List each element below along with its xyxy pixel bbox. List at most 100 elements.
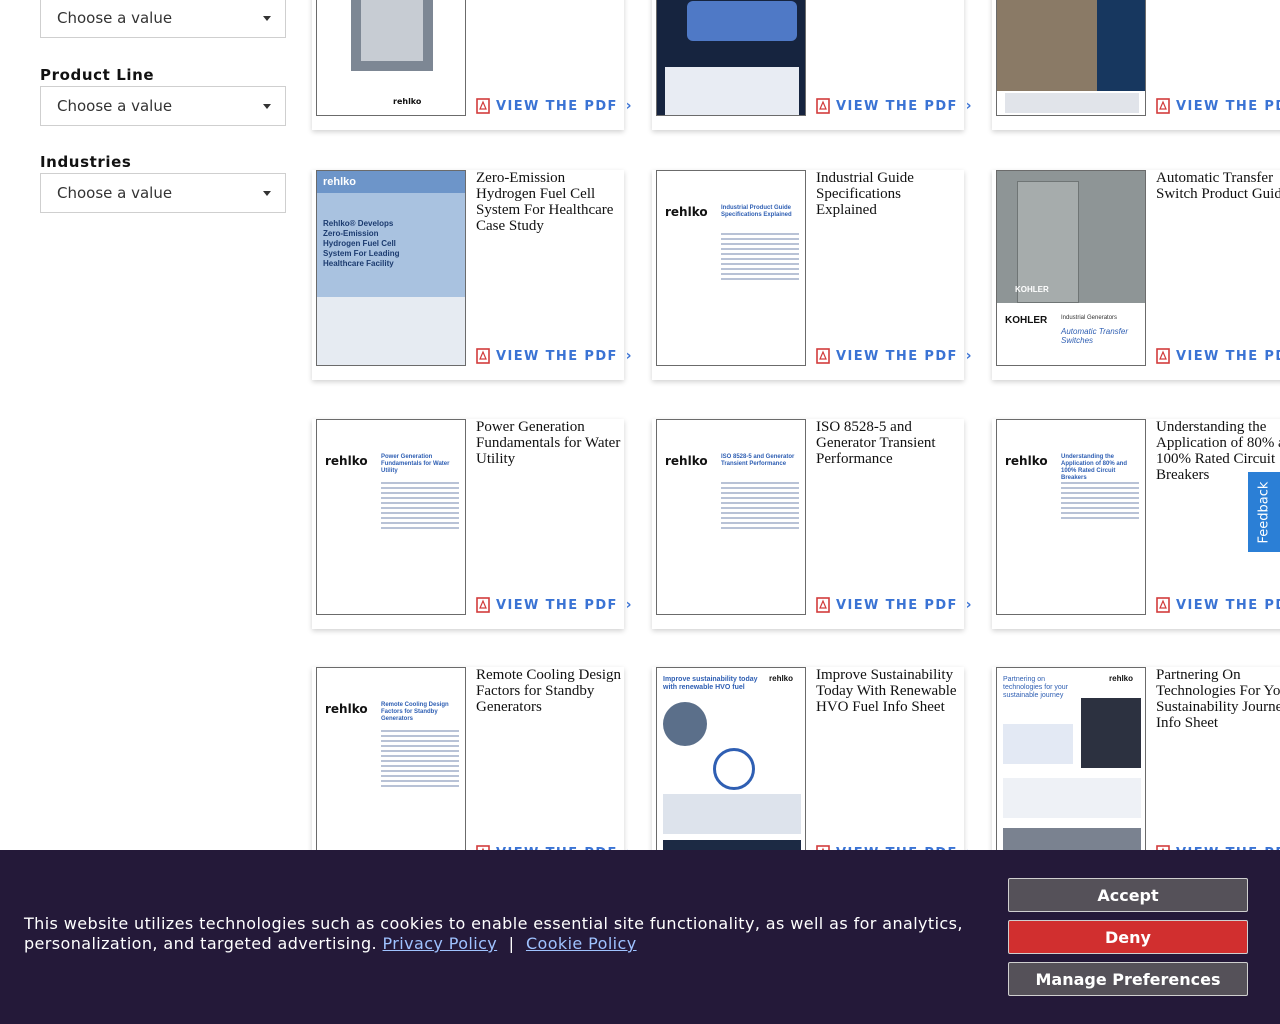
caret-down-icon [263,104,271,109]
resource-card: VIEW THE PDF › [652,0,972,130]
pdf-file-icon [476,348,490,364]
chevron-right-icon: › [625,98,633,114]
pdf-file-icon [1156,348,1170,364]
industries-select[interactable]: Choose a value [40,173,286,213]
view-pdf-label: VIEW THE PDF [836,597,958,613]
view-pdf-link[interactable]: VIEW THE PDF › [476,348,633,364]
link-separator: | [508,934,515,953]
accept-button[interactable]: Accept [1008,878,1248,912]
resource-card: VIEW THE PDF › [992,0,1280,130]
view-pdf-link[interactable]: VIEW THE PDF › [816,348,973,364]
resource-card: rehlko ISO 8528-5 and Generator Transien… [652,419,972,629]
pdf-thumbnail[interactable]: Improve sustainability today with renewa… [656,667,806,863]
product-line-label: Product Line [40,66,155,84]
pdf-file-icon [476,98,490,114]
card-title[interactable]: Power Generation Fundamentals for Water … [476,419,622,467]
card-title[interactable]: Industrial Guide Specifications Explaine… [816,170,962,218]
caret-down-icon [263,16,271,21]
card-title[interactable]: ISO 8528-5 and Generator Transient Perfo… [816,419,962,467]
view-pdf-link[interactable]: VIEW THE PDF › [1156,597,1280,613]
thumb-heading: Automatic Transfer Switches [1061,327,1128,345]
view-pdf-link[interactable]: VIEW THE PDF › [476,98,633,114]
rehlko-logo: rehlko [1109,674,1134,683]
kohler-logo: KOHLER [1015,285,1049,294]
feedback-tab[interactable]: Feedback [1248,472,1280,552]
rehlko-logo: rehlko [325,702,368,716]
chevron-right-icon: › [625,348,633,364]
pdf-file-icon [816,98,830,114]
thumb-heading: ISO 8528-5 and Generator Transient Perfo… [721,454,795,467]
pdf-thumbnail[interactable]: rehlko [316,0,466,116]
filter-select-value: Choose a value [57,184,173,202]
view-pdf-label: VIEW THE PDF [496,98,618,114]
rehlko-logo: rehlko [325,454,368,468]
thumb-subheading: Industrial Generators [1061,315,1118,321]
industries-label: Industries [40,153,132,171]
rehlko-logo: rehlko [769,674,794,683]
view-pdf-link[interactable]: VIEW THE PDF › [1156,98,1280,114]
pdf-thumbnail[interactable]: rehlko Understanding the Application of … [996,419,1146,615]
card-title[interactable]: Improve Sustainability Today With Renewa… [816,667,962,715]
resource-card: rehlko Power Generation Fundamentals for… [312,419,632,629]
product-line-select[interactable]: Choose a value [40,86,286,126]
pdf-thumbnail[interactable] [656,0,806,116]
chevron-right-icon: › [965,98,973,114]
feedback-label: Feedback [1256,481,1272,543]
deny-button[interactable]: Deny [1008,920,1248,954]
pdf-thumbnail[interactable]: rehlko Rehlko® Develops Zero-Emission Hy… [316,170,466,366]
pdf-file-icon [1156,597,1170,613]
view-pdf-link[interactable]: VIEW THE PDF › [1156,348,1280,364]
chevron-right-icon: › [965,348,973,364]
pdf-file-icon [1156,98,1170,114]
card-title[interactable]: Zero-Emission Hydrogen Fuel Cell System … [476,170,622,234]
pdf-thumbnail[interactable]: rehlko Industrial Product Guide Specific… [656,170,806,366]
kohler-logo: KOHLER [1005,315,1048,326]
resource-card: rehlko Industrial Product Guide Specific… [652,170,972,380]
pdf-thumbnail[interactable]: rehlko Power Generation Fundamentals for… [316,419,466,615]
resource-card: Improve sustainability today with renewa… [652,667,972,877]
filter-select-top[interactable]: Choose a value [40,0,286,38]
pdf-file-icon [816,348,830,364]
privacy-policy-link[interactable]: Privacy Policy [383,934,498,953]
caret-down-icon [263,191,271,196]
view-pdf-link[interactable]: VIEW THE PDF › [816,597,973,613]
resource-card: KOHLER KOHLER Industrial Generators Auto… [992,170,1280,380]
thumb-heading: Remote Cooling Design Factors for Standb… [381,702,449,722]
resource-card: rehlko Remote Cooling Design Factors for… [312,667,632,877]
pdf-thumbnail[interactable]: rehlko Remote Cooling Design Factors for… [316,667,466,863]
card-title[interactable]: Remote Cooling Design Factors for Standb… [476,667,622,715]
resource-card: rehlko Rehlko® Develops Zero-Emission Hy… [312,170,632,380]
thumb-heading: Understanding the Application of 80% and… [1061,454,1128,481]
resource-card: Partnering on technologies for your sust… [992,667,1280,877]
rehlko-logo: rehlko [665,205,708,219]
view-pdf-label: VIEW THE PDF [496,348,618,364]
pdf-thumbnail[interactable]: KOHLER KOHLER Industrial Generators Auto… [996,170,1146,366]
view-pdf-label: VIEW THE PDF [1176,98,1280,114]
chevron-right-icon: › [965,597,973,613]
filter-select-value: Choose a value [57,9,173,27]
rehlko-logo: rehlko [323,176,357,188]
view-pdf-link[interactable]: VIEW THE PDF › [476,597,633,613]
pdf-thumbnail[interactable]: Partnering on technologies for your sust… [996,667,1146,863]
filter-select-value: Choose a value [57,97,173,115]
card-title[interactable]: Automatic Transfer Switch Product Guide [1156,170,1280,202]
thumb-heading: Partnering on technologies for your sust… [1003,676,1068,699]
thumb-heading: Industrial Product Guide Specifications … [721,205,792,218]
thumb-heading: Rehlko® Develops Zero-Emission Hydrogen … [323,219,400,268]
manage-preferences-button[interactable]: Manage Preferences [1008,962,1248,996]
cookie-policy-link[interactable]: Cookie Policy [526,934,637,953]
card-title[interactable]: Partnering On Technologies For Your Sust… [1156,667,1280,731]
thumb-heading: Improve sustainability today with renewa… [663,676,758,691]
pdf-file-icon [816,597,830,613]
view-pdf-label: VIEW THE PDF [836,348,958,364]
view-pdf-link[interactable]: VIEW THE PDF › [816,98,973,114]
view-pdf-label: VIEW THE PDF [1176,348,1280,364]
rehlko-logo: rehlko [393,97,422,106]
rehlko-logo: rehlko [665,454,708,468]
cookie-message: This website utilizes technologies such … [24,914,994,954]
chevron-right-icon: › [625,597,633,613]
pdf-thumbnail[interactable]: rehlko ISO 8528-5 and Generator Transien… [656,419,806,615]
resource-card: rehlko Understanding the Application of … [992,419,1280,629]
view-pdf-label: VIEW THE PDF [496,597,618,613]
pdf-thumbnail[interactable] [996,0,1146,116]
